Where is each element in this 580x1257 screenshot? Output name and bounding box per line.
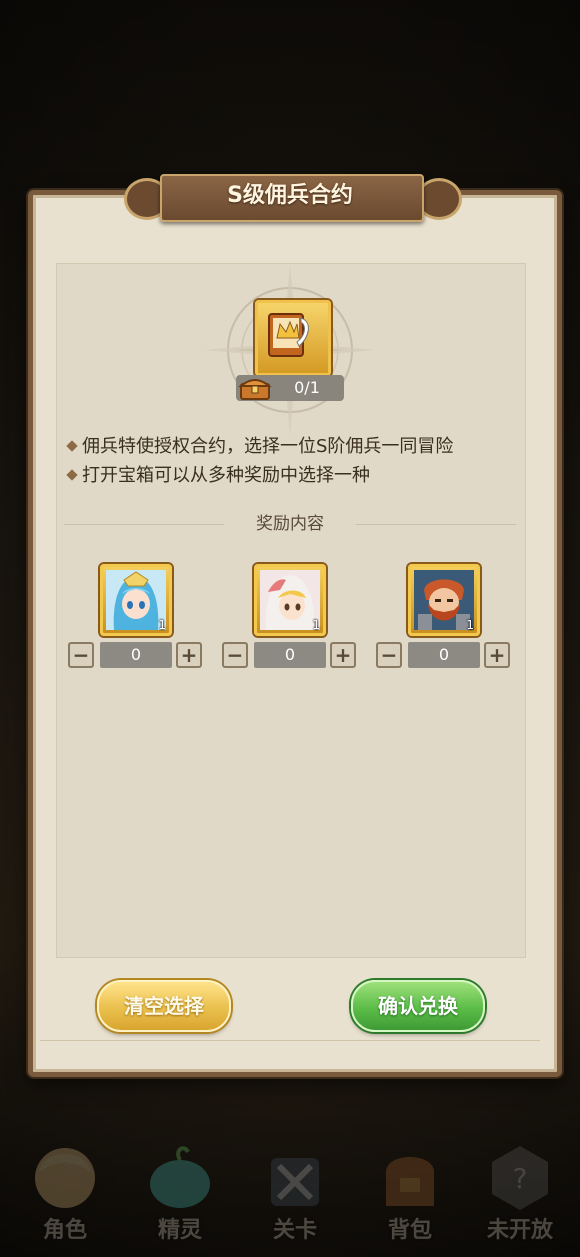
nav-label: 背包 [387, 1218, 432, 1243]
chest-icon [238, 379, 272, 400]
spirit-icon [150, 1146, 210, 1208]
reward-portrait-frame[interactable]: 1 [100, 564, 172, 636]
contract-count: 0/1 [294, 378, 320, 397]
panel-bottom-ornament [40, 1040, 540, 1055]
bottom-nav: 角色 精灵 关卡 背包 ? 未开放 [0, 1130, 580, 1257]
nav-item-character[interactable]: 角色 [10, 1130, 120, 1257]
reward-qty: 1 [158, 618, 166, 632]
nav-item-stage[interactable]: 关卡 [240, 1130, 350, 1257]
quantity-value[interactable]: 0 [254, 642, 326, 668]
nav-item-spirit[interactable]: 精灵 [125, 1130, 235, 1257]
quantity-value[interactable]: 0 [100, 642, 172, 668]
nav-label: 角色 [42, 1218, 87, 1243]
dialog-title: S级佣兵合约 [227, 183, 353, 208]
nav-item-backpack[interactable]: 背包 [355, 1130, 465, 1257]
divider-left [64, 524, 224, 525]
nav-label: 关卡 [272, 1218, 317, 1243]
bullet-icon [66, 439, 78, 452]
quantity-value[interactable]: 0 [408, 642, 480, 668]
clear-selection-button[interactable]: 清空选择 [97, 980, 231, 1032]
bearded-warrior-portrait-icon [414, 570, 474, 630]
reward-qty: 1 [312, 618, 320, 632]
decrement-button[interactable]: − [376, 642, 402, 668]
increment-button[interactable]: + [330, 642, 356, 668]
nav-label: 精灵 [157, 1218, 202, 1243]
blue-haired-hero-portrait-icon [106, 570, 166, 630]
increment-button[interactable]: + [484, 642, 510, 668]
nav-item-locked[interactable]: ? 未开放 [465, 1130, 575, 1257]
divider-right [356, 524, 516, 525]
decrement-button[interactable]: − [68, 642, 94, 668]
increment-button[interactable]: + [176, 642, 202, 668]
rewards-section-title: 奖励内容 [256, 514, 324, 534]
svg-text:?: ? [513, 1162, 528, 1195]
white-haired-hero-portrait-icon [260, 570, 320, 630]
reward-portrait-frame[interactable]: 1 [408, 564, 480, 636]
reward-item-3: 1 − 0 + [376, 562, 512, 674]
stage-icon [271, 1158, 319, 1206]
confirm-exchange-button[interactable]: 确认兑换 [351, 980, 485, 1032]
description-line-1: 佣兵特使授权合约，选择一位S阶佣兵一同冒险 [66, 434, 453, 460]
description-text-2: 打开宝箱可以从多种奖励中选择一种 [82, 465, 370, 486]
nav-label: 未开放 [486, 1218, 553, 1243]
character-icon [35, 1148, 95, 1208]
bullet-icon [66, 468, 78, 481]
backpack-icon [386, 1157, 434, 1206]
reward-item-1: 1 − 0 + [68, 562, 204, 674]
description-line-2: 打开宝箱可以从多种奖励中选择一种 [66, 463, 370, 489]
locked-icon: ? [492, 1146, 548, 1210]
decrement-button[interactable]: − [222, 642, 248, 668]
reward-item-2: 1 − 0 + [222, 562, 358, 674]
description-text-1: 佣兵特使授权合约，选择一位S阶佣兵一同冒险 [82, 436, 454, 457]
contract-scroll-icon [268, 313, 309, 357]
reward-portrait-frame[interactable]: 1 [254, 564, 326, 636]
reward-qty: 1 [466, 618, 474, 632]
